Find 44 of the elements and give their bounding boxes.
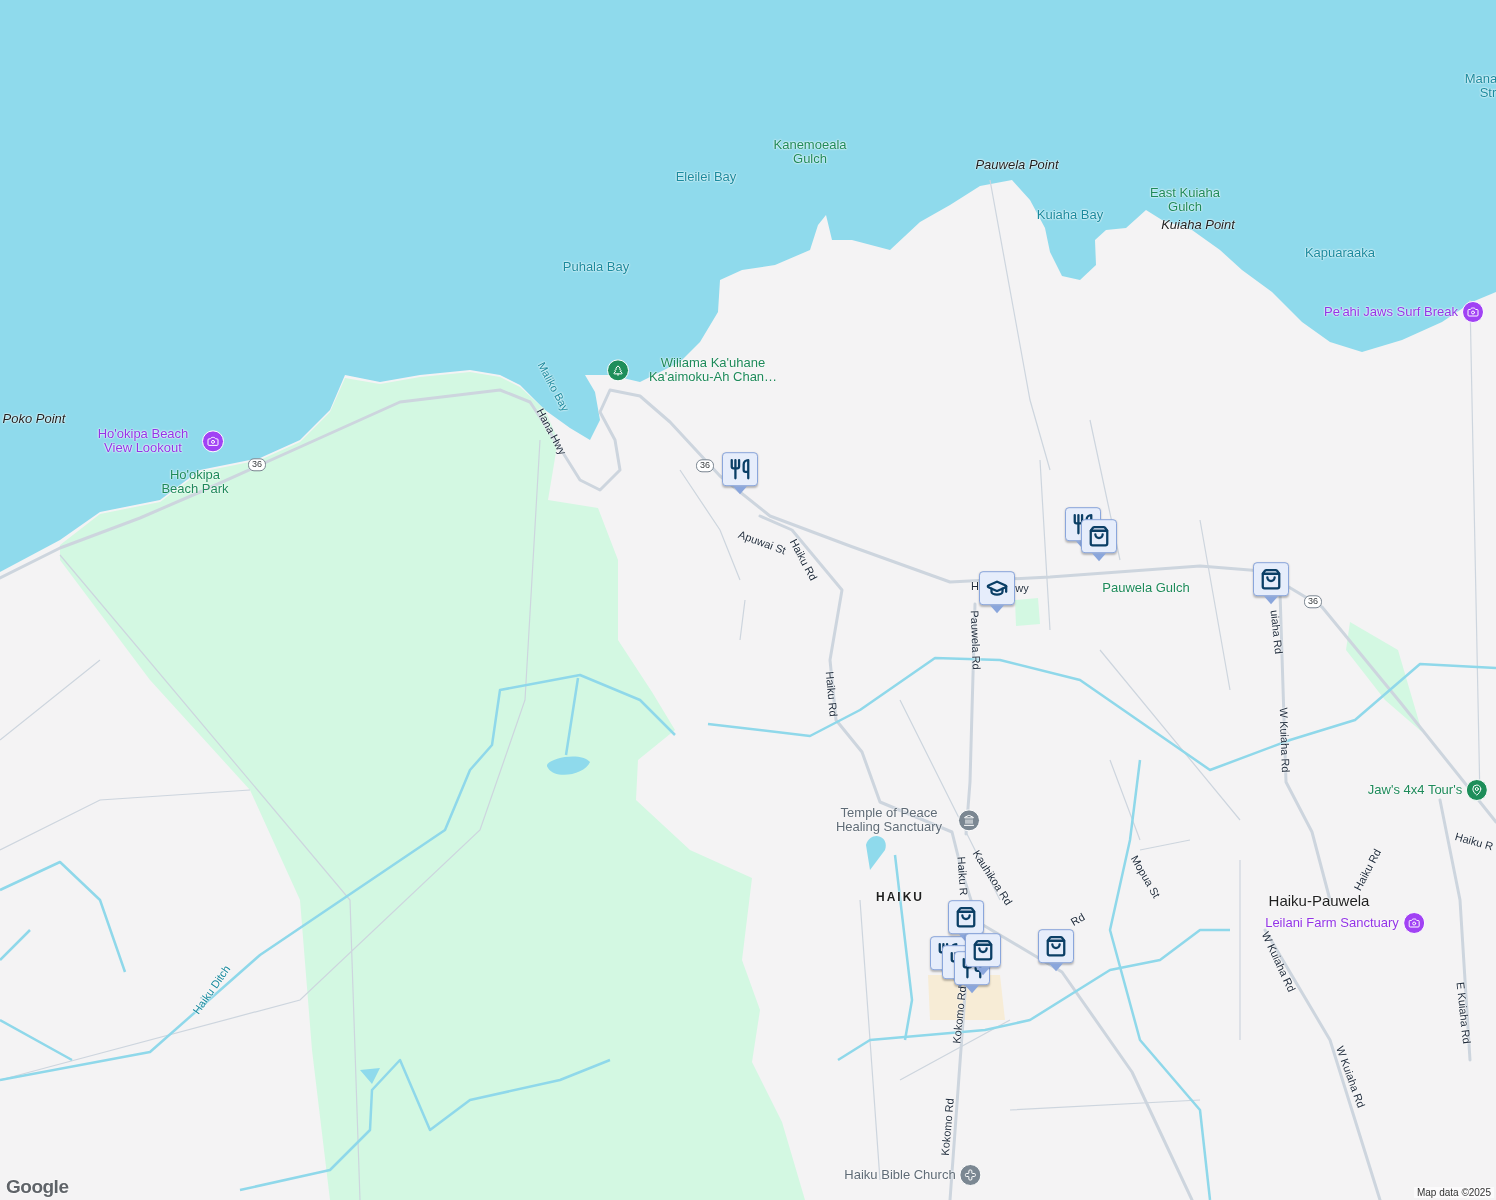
road-label: W Kuiaha Rd [1277,707,1291,773]
place-label[interactable]: Ho'okipa Beach View Lookout [88,427,198,455]
place-label[interactable]: Pe'ahi Jaws Surf Break [1324,305,1458,319]
water-label: Str [1479,86,1496,100]
road-label: Haiku R [1453,831,1495,853]
shopping-bag-marker-icon[interactable] [1253,562,1289,605]
point-label: Poko Point [2,412,66,426]
natural-feature-label: Pauwela Gulch [1102,581,1190,595]
shopping-bag-marker-icon[interactable] [1038,929,1074,972]
point-label: Kuiaha Point [1161,218,1235,232]
natural-feature-label: East Kuiaha Gulch [1148,186,1222,214]
road-label: Haiku R [954,856,970,896]
road-label: uiaha Rd [1267,609,1285,655]
road-label: Haiku Rd [823,670,839,718]
point-label: Pauwela Point [975,158,1059,172]
road-label: Rd [1069,911,1087,929]
road-label: Kokomo Rd [951,985,969,1045]
road-label: Kokomo Rd [939,1097,957,1157]
map-attribution: Map data ©2025 [1413,1187,1494,1198]
town-label: Haiku-Pauwela [1268,893,1370,909]
natural-feature-label: Ho'okipa Beach Park [160,468,230,496]
road-label: E Kuiaha Rd [1454,981,1472,1045]
place-label[interactable]: Haiku Bible Church [844,1168,956,1182]
camera-icon [202,430,224,452]
water-label: Kuiaha Bay [1036,208,1104,222]
tree-icon [607,359,629,381]
road-label: wy [1015,583,1029,595]
road-label: Pauwela Rd [968,610,982,670]
fork-knife-marker-icon[interactable] [722,452,758,495]
road-label: W Kuiaha Rd [1333,1044,1367,1110]
graduation-cap-marker-icon[interactable] [979,571,1015,614]
water-label: Puhala Bay [562,260,630,274]
water-label: Kapuaraaka [1304,246,1376,260]
town-label: HAIKU [876,890,924,904]
water-label: Eleilei Bay [675,170,737,184]
place-label[interactable]: Temple of Peace Healing Sanctuary [824,806,954,834]
shopping-bag-marker-icon[interactable] [1081,519,1117,562]
place-label[interactable]: Leilani Farm Sanctuary [1265,916,1399,930]
road-label: Haiku Rd [787,537,819,583]
place-label[interactable]: Jaw's 4x4 Tour's [1367,783,1463,797]
place-label[interactable]: Wiliama Ka'uhane Ka'aimoku-Ah Chan… [633,356,793,384]
map-logo: Google [6,1176,69,1198]
road-label: H [971,581,979,593]
natural-feature-label: Kanemoeala Gulch [772,138,848,166]
